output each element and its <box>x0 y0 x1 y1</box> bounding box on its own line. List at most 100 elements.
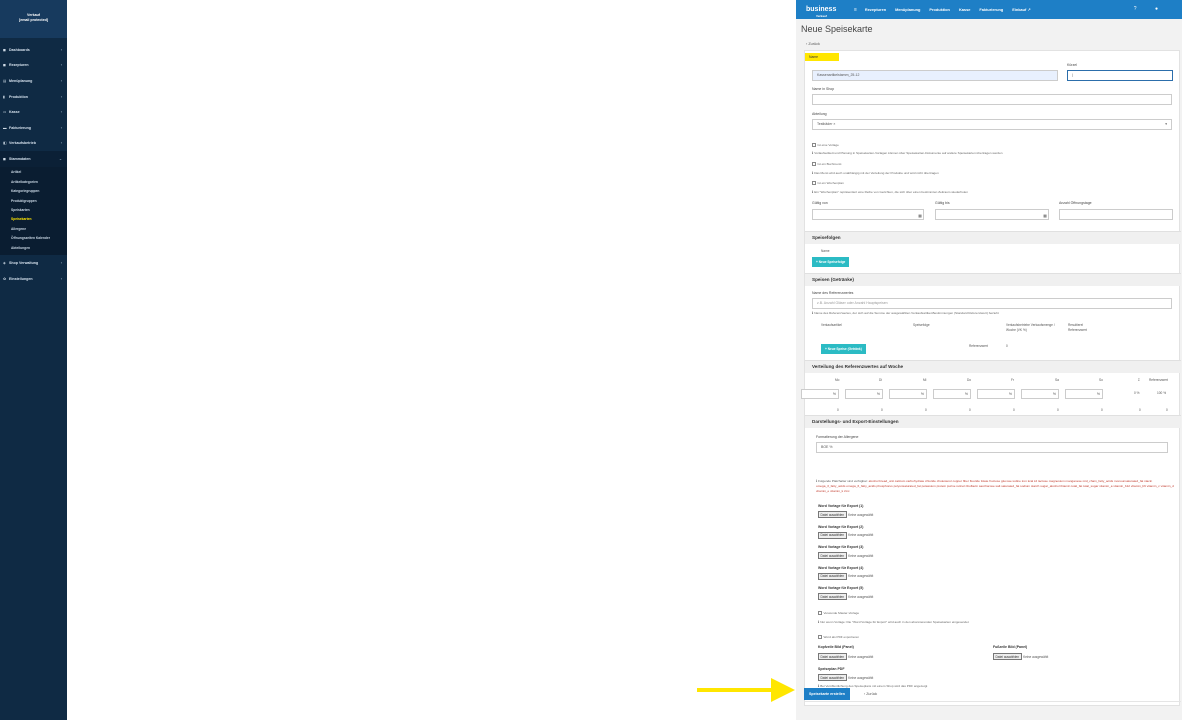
sidebar-item-fakturierung[interactable]: ▬ Fakturierung ‹ <box>0 120 67 136</box>
topnav-einkauf[interactable]: Einkauf ↗ <box>1012 7 1030 12</box>
topnav-fakturierung[interactable]: Fakturierung <box>979 7 1003 12</box>
placeholder-list: ℹ Folgende Platzhalter sind verfügbar: a… <box>816 479 1174 494</box>
help-icon[interactable]: ? <box>1134 6 1137 12</box>
sidebar-item-shop-verwaltung[interactable]: ◈ Shop Verwaltung ‹ <box>0 255 67 271</box>
day-percent-input[interactable]: % <box>933 389 971 399</box>
sidebar-item-dashboards[interactable]: ◼ Dashboards ‹ <box>0 42 67 58</box>
submenu-item[interactable]: Öffnungszeiten Kalender <box>0 233 67 242</box>
section-verteilung: Verteilung des Referenzwertes auf Woche <box>805 360 1181 373</box>
day-percent-input[interactable]: % <box>1065 389 1103 399</box>
col-speisefolge: Speisefolge <box>913 323 930 327</box>
master-data-icon: ◼ <box>3 156 6 161</box>
ref-name-input[interactable]: z.B. Anzahl Gläser oder Anzahl Hauptspei… <box>812 298 1172 309</box>
chevron-right-icon: ‹ <box>60 276 62 281</box>
clear-icon[interactable]: × <box>833 122 835 126</box>
word-template-label: Word Vorlage für Export (4) <box>818 565 864 570</box>
sidebar-item-label: Stammdaten <box>9 156 31 161</box>
buchmenu-info: ℹDas Menü wird auch unabhängig mit der V… <box>812 171 939 175</box>
shop-name-input[interactable] <box>812 94 1172 105</box>
day-value: 0 <box>925 408 927 412</box>
sidebar-item-verkaufsbetrieb[interactable]: ◧ Verkaufsbetrieb ‹ <box>0 136 67 152</box>
calendar-icon[interactable]: ▦ <box>1043 211 1047 220</box>
col-resultierend: Resultierel Referenzwert <box>1068 323 1087 332</box>
valid-to-input[interactable]: ▦ <box>935 209 1049 220</box>
back-link[interactable]: ‹ Zurück <box>806 42 820 46</box>
day-header: Mi <box>923 378 927 382</box>
word-template-file[interactable]: Datei auswählen Keine ausgewählt <box>818 572 873 580</box>
page-scrollbar[interactable] <box>1182 19 1202 720</box>
sidebar-item-men-planung[interactable]: ▤ Menüplanung ‹ <box>0 73 67 89</box>
submenu-item[interactable]: Artikelkategorien <box>0 177 67 186</box>
vorlage-checkbox[interactable]: Ist eine Vorlage <box>812 143 839 147</box>
buchmenu-checkbox[interactable]: Ist ein Buchmenü <box>812 162 841 166</box>
valid-from-label: Gültig von <box>812 201 828 205</box>
chevron-right-icon: ‹ <box>60 125 62 130</box>
day-percent-input[interactable]: % <box>801 389 839 399</box>
footer-img-file[interactable]: Datei auswählen Keine ausgewählt <box>993 653 1048 661</box>
user-email: [email protected] <box>19 18 48 22</box>
new-speise-button[interactable]: + Neue Speise (Getränk) <box>821 344 866 354</box>
wochenplan-checkbox[interactable]: Ist ein Wochenplan <box>812 181 844 185</box>
kuerzel-input[interactable]: | <box>1067 70 1173 81</box>
submenu-item[interactable]: Allergene <box>0 224 67 233</box>
sum-percent: 0 % <box>1134 391 1140 395</box>
day-percent-input[interactable]: % <box>1021 389 1059 399</box>
menu-form: Name Kürzel Kassenartikelstamm_25-12 | N… <box>801 50 1181 706</box>
topnav-rezepturen[interactable]: Rezepturen <box>865 7 886 12</box>
submenu-item[interactable]: Abteilungen <box>0 243 67 252</box>
calendar-icon[interactable]: ▦ <box>918 211 922 220</box>
word-template-file[interactable]: Datei auswählen Keine ausgewählt <box>818 552 873 560</box>
opening-days-input[interactable] <box>1059 209 1173 220</box>
ref-percent: 100 % <box>1157 391 1167 395</box>
chevron-right-icon: ‹ <box>60 94 62 99</box>
topnav-produktion[interactable]: Produktion <box>929 7 950 12</box>
day-header: Sa <box>1055 378 1059 382</box>
submenu-item[interactable]: Kategoriegruppen <box>0 187 67 196</box>
settings-icon: ✿ <box>3 276 7 281</box>
submenu-item[interactable]: Speisekarten <box>0 215 67 224</box>
sum-value: 0 <box>1139 408 1141 412</box>
sidebar-item-einstellungen[interactable]: ✿ Einstellungen ‹ <box>0 271 67 287</box>
submenu-item[interactable]: Artikel <box>0 168 67 177</box>
formatting-input[interactable]: BOE % <box>816 442 1168 453</box>
hamburger-icon[interactable]: ≡ <box>854 7 857 13</box>
stammdaten-submenu: Artikel Artikelkategorien Kategoriegruppen… <box>0 166 67 256</box>
word-template-file[interactable]: Datei auswählen Keine ausgewählt <box>818 511 873 519</box>
master-template-checkbox[interactable]: Verwende Master-Vorlage <box>818 611 859 615</box>
brand-logo[interactable]: business Verkauf <box>796 6 854 18</box>
word-template-label: Word Vorlage für Export (1) <box>818 504 864 508</box>
section-speisen: Speisen (Getränke) <box>805 273 1181 286</box>
chevron-right-icon: ‹ <box>60 141 62 146</box>
valid-from-input[interactable]: ▦ <box>812 209 924 220</box>
sidebar-item-kasse[interactable]: ▭ Kasse ‹ <box>0 104 67 120</box>
word-template-file[interactable]: Datei auswählen Keine ausgewählt <box>818 531 873 539</box>
day-header: Do <box>967 378 972 382</box>
day-percent-input[interactable]: % <box>845 389 883 399</box>
day-percent-input[interactable]: % <box>889 389 927 399</box>
word-template-file[interactable]: Datei auswählen Keine ausgewählt <box>818 593 873 601</box>
submenu-item[interactable]: Produktgruppen <box>0 196 67 205</box>
word-template-label: Word Vorlage für Export (3) <box>818 545 864 549</box>
abteilung-select[interactable]: Testbäder × ▾ <box>812 119 1172 130</box>
day-header: Di <box>879 378 883 382</box>
info-icon: ℹ <box>812 151 814 155</box>
topnav-kasse[interactable]: Kasse <box>959 7 970 12</box>
day-percent-input[interactable]: % <box>977 389 1015 399</box>
name-input[interactable]: Kassenartikelstamm_25-12 <box>812 70 1058 81</box>
day-value: 0 <box>969 408 971 412</box>
chevron-right-icon: ‹ <box>60 261 62 266</box>
user-panel[interactable]: Verkauf [email protected] <box>0 0 67 38</box>
back-button[interactable]: ‹ Zurück <box>864 692 877 696</box>
menu-pdf-file[interactable]: Datei auswählen Keine ausgewählt <box>818 674 873 682</box>
topnav-menuplanung[interactable]: Menüplanung <box>895 7 920 12</box>
create-menu-button[interactable]: Speisekarte erstellen <box>804 688 850 700</box>
pdf-export-checkbox[interactable]: Word als PDF exportieren <box>818 635 859 639</box>
submenu-item[interactable]: Speiskarten <box>0 205 67 214</box>
sidebar-item-stammdaten[interactable]: ◼ Stammdaten ⌄ <box>0 151 67 167</box>
external-link-icon: ↗ <box>1027 7 1031 12</box>
sidebar-item-rezepturen[interactable]: ◼ Rezepturen ‹ <box>0 58 67 74</box>
new-speisefolge-button[interactable]: + Neue Speisefolge <box>812 257 850 267</box>
sidebar-item-produktion[interactable]: ▮ Produktion ‹ <box>0 89 67 105</box>
user-menu-icon[interactable]: ● <box>1155 6 1158 12</box>
header-img-file[interactable]: Datei auswählen Keine ausgewählt <box>818 653 873 661</box>
